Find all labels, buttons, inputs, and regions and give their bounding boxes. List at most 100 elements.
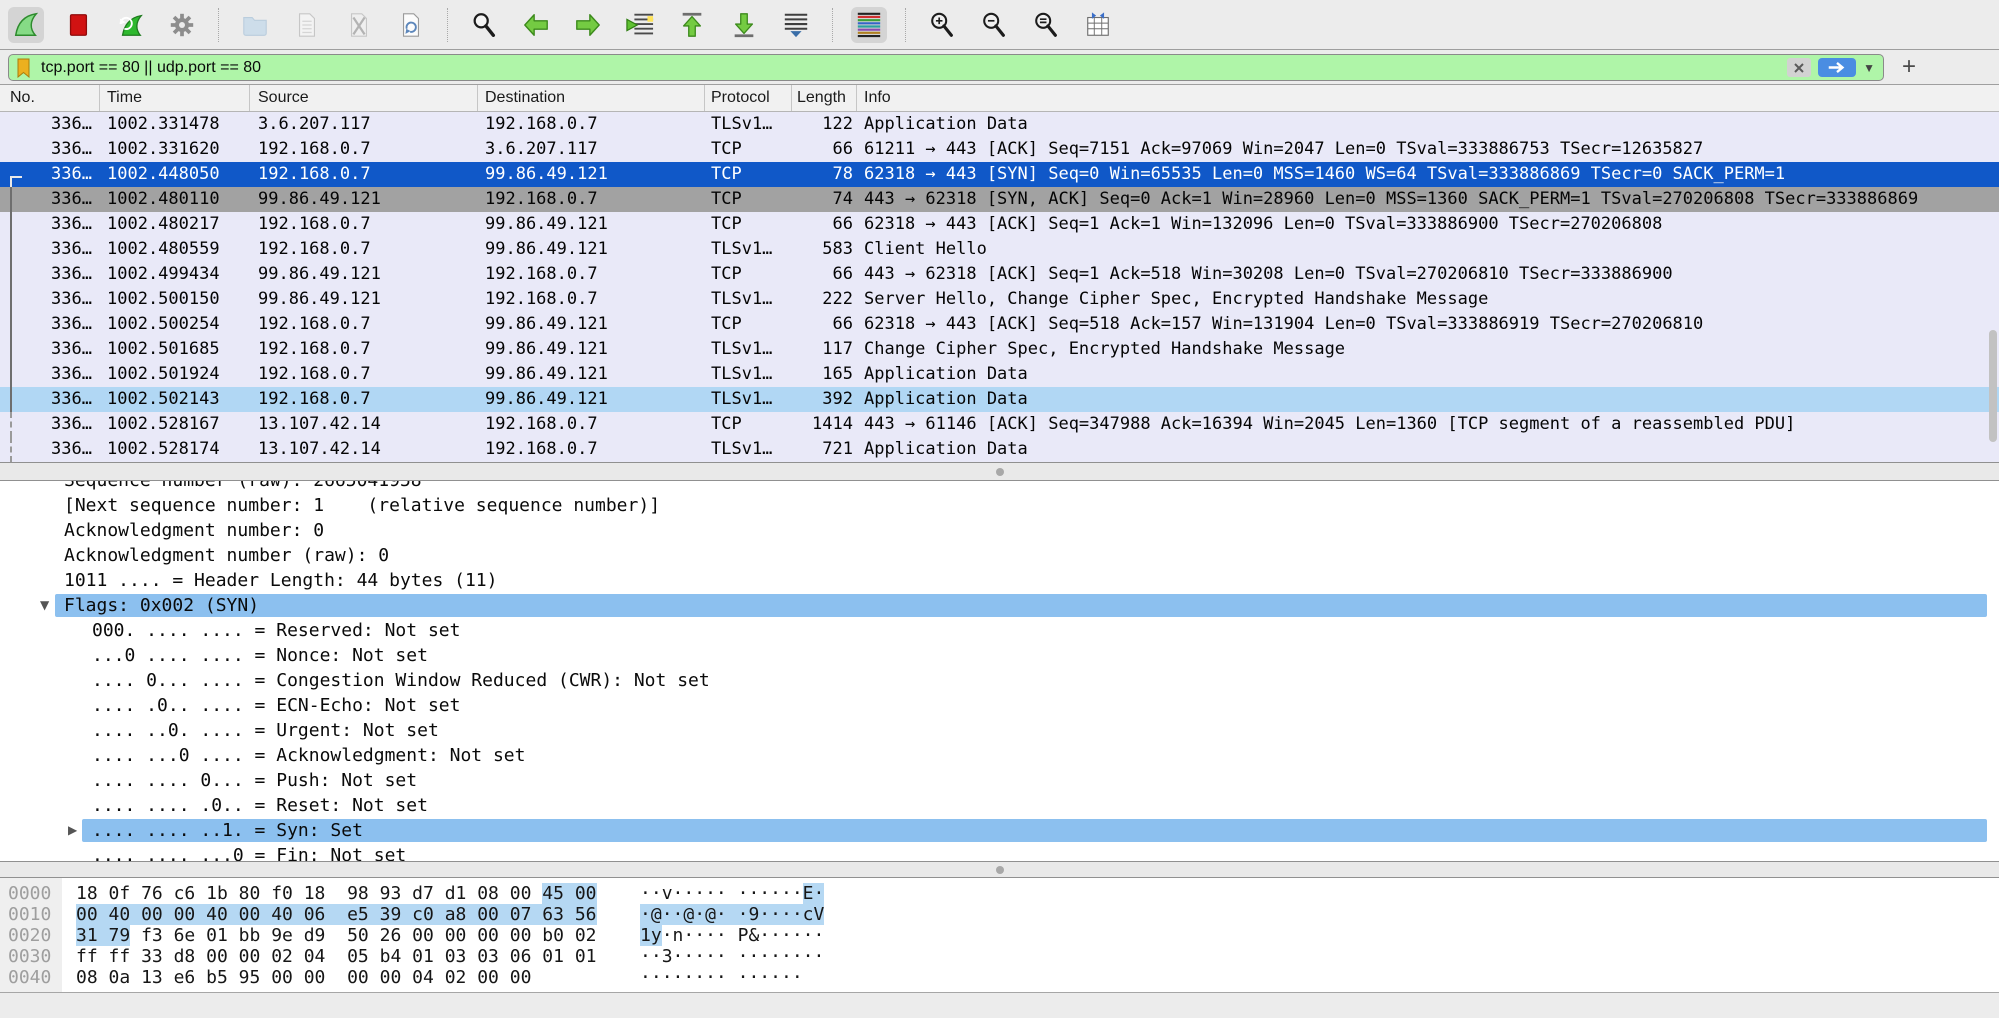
cell-len: 122	[792, 112, 857, 137]
go-to-last-packet-button[interactable]	[726, 7, 762, 43]
detail-line[interactable]: ▶.... .... ..1. = Syn: Set	[0, 818, 1999, 843]
detail-text: [Next sequence number: 1 (relative seque…	[0, 493, 1999, 518]
cell-src: 99.86.49.121	[250, 262, 478, 287]
display-filter-input[interactable]: tcp.port == 80 || udp.port == 80 ▼	[8, 54, 1884, 81]
packet-row[interactable]: 336…1002.48011099.86.49.121192.168.0.7TC…	[0, 187, 1999, 212]
cell-len: 66	[792, 137, 857, 162]
detail-text: Sequence number (raw): 2665041958	[0, 481, 1999, 493]
detail-line[interactable]: Acknowledgment number (raw): 0	[0, 543, 1999, 568]
detail-line[interactable]: .... .... ...0 = Fin: Not set	[0, 843, 1999, 861]
expand-toggle-icon[interactable]: ▶	[68, 818, 77, 843]
cell-time: 1002.500150	[100, 287, 250, 312]
detail-text: Acknowledgment number (raw): 0	[0, 543, 1999, 568]
column-header-info[interactable]: Info	[857, 85, 1999, 111]
filter-expression[interactable]: tcp.port == 80 || udp.port == 80	[41, 59, 1787, 77]
packet-details-pane: Sequence number (raw): 2665041958[Next s…	[0, 481, 1999, 861]
cell-dst: 99.86.49.121	[478, 362, 705, 387]
filter-bookmark-icon[interactable]	[16, 58, 31, 78]
reload-capture-file-button[interactable]	[393, 7, 429, 43]
stop-capture-button[interactable]	[60, 7, 96, 43]
cell-src: 3.6.207.117	[250, 112, 478, 137]
packet-row[interactable]: 336…1002.448050192.168.0.799.86.49.121TC…	[0, 162, 1999, 187]
packet-row[interactable]: 336…1002.52816713.107.42.14192.168.0.7TC…	[0, 412, 1999, 437]
packet-list-header: No.TimeSourceDestinationProtocolLengthIn…	[0, 84, 1999, 112]
column-header-src[interactable]: Source	[250, 85, 478, 111]
detail-line[interactable]: .... .... .0.. = Reset: Not set	[0, 793, 1999, 818]
detail-line[interactable]: [Next sequence number: 1 (relative seque…	[0, 493, 1999, 518]
column-header-no[interactable]: No.	[0, 85, 100, 111]
zoom-reset-button[interactable]	[1028, 7, 1064, 43]
go-to-packet-button[interactable]	[622, 7, 658, 43]
detail-line[interactable]: .... ..0. .... = Urgent: Not set	[0, 718, 1999, 743]
cell-info: Application Data	[857, 362, 1999, 387]
detail-line[interactable]: 000. .... .... = Reserved: Not set	[0, 618, 1999, 643]
filter-clear-button[interactable]	[1787, 58, 1811, 77]
close-capture-file-button[interactable]	[341, 7, 377, 43]
folder-icon	[241, 11, 269, 39]
restart-capture-button[interactable]	[112, 7, 148, 43]
colorize-toggle-button[interactable]	[851, 7, 887, 43]
packet-row[interactable]: 336…1002.501685192.168.0.799.86.49.121TL…	[0, 337, 1999, 362]
packet-row[interactable]: 336…1002.500254192.168.0.799.86.49.121TC…	[0, 312, 1999, 337]
detail-line[interactable]: .... .... 0... = Push: Not set	[0, 768, 1999, 793]
cell-dst: 192.168.0.7	[478, 112, 705, 137]
packet-row[interactable]: 336…1002.49943499.86.49.121192.168.0.7TC…	[0, 262, 1999, 287]
hex-row[interactable]: 001000 40 00 00 40 00 40 06 e5 39 c0 a8 …	[0, 904, 1999, 925]
packet-list-rows: 336…1002.3314783.6.207.117192.168.0.7TLS…	[0, 112, 1999, 462]
column-header-proto[interactable]: Protocol	[705, 85, 792, 111]
detail-line[interactable]: Sequence number (raw): 2665041958	[0, 481, 1999, 493]
resize-columns-button[interactable]	[1080, 7, 1116, 43]
pane-splitter-top[interactable]	[0, 462, 1999, 481]
filter-apply-button[interactable]	[1818, 58, 1856, 77]
collapse-toggle-icon[interactable]: ▼	[40, 593, 49, 618]
filter-add-button[interactable]: +	[1896, 53, 1922, 80]
detail-line[interactable]: 1011 .... = Header Length: 44 bytes (11)	[0, 568, 1999, 593]
packet-row[interactable]: 336…1002.501924192.168.0.799.86.49.121TL…	[0, 362, 1999, 387]
auto-scroll-toggle-button[interactable]	[778, 7, 814, 43]
hex-row[interactable]: 0030ff ff 33 d8 00 00 02 04 05 b4 01 03 …	[0, 946, 1999, 967]
column-header-dst[interactable]: Destination	[478, 85, 705, 111]
detail-line[interactable]: ...0 .... .... = Nonce: Not set	[0, 643, 1999, 668]
hex-bytes: ff ff 33 d8 00 00 02 04 05 b4 01 03 03 0…	[76, 946, 597, 967]
packet-row[interactable]: 336…1002.3314783.6.207.117192.168.0.7TLS…	[0, 112, 1999, 137]
detail-line[interactable]: Acknowledgment number: 0	[0, 518, 1999, 543]
packet-row[interactable]: 336…1002.50015099.86.49.121192.168.0.7TL…	[0, 287, 1999, 312]
packet-list-scrollbar-thumb[interactable]	[1989, 330, 1997, 442]
goto-icon	[626, 11, 654, 39]
find-packet-button[interactable]	[466, 7, 502, 43]
zoom-in-button[interactable]	[924, 7, 960, 43]
packet-row[interactable]: 336…1002.331620192.168.0.73.6.207.117TCP…	[0, 137, 1999, 162]
detail-line[interactable]: .... .0.. .... = ECN-Echo: Not set	[0, 693, 1999, 718]
zoom-out-button[interactable]	[976, 7, 1012, 43]
hex-row[interactable]: 004008 0a 13 e6 b5 95 00 00 00 00 04 02 …	[0, 967, 1999, 988]
cell-info: 61211 → 443 [ACK] Seq=7151 Ack=97069 Win…	[857, 137, 1999, 162]
packet-row[interactable]: 336…1002.480217192.168.0.799.86.49.121TC…	[0, 212, 1999, 237]
cell-time: 1002.500254	[100, 312, 250, 337]
detail-line[interactable]: ▼Flags: 0x002 (SYN)	[0, 593, 1999, 618]
go-back-button[interactable]	[518, 7, 554, 43]
zoom-out-icon	[980, 11, 1008, 39]
hex-row[interactable]: 000018 0f 76 c6 1b 80 f0 18 98 93 d7 d1 …	[0, 883, 1999, 904]
go-to-first-packet-button[interactable]	[674, 7, 710, 43]
open-capture-file-button[interactable]	[237, 7, 273, 43]
cell-dst: 3.6.207.117	[478, 137, 705, 162]
start-capture-button[interactable]	[8, 7, 44, 43]
pane-splitter-bottom[interactable]	[0, 861, 1999, 878]
capture-options-button[interactable]	[164, 7, 200, 43]
go-forward-button[interactable]	[570, 7, 606, 43]
packet-row[interactable]: 336…1002.52817413.107.42.14192.168.0.7TL…	[0, 437, 1999, 462]
column-header-len[interactable]: Length	[792, 85, 857, 111]
zoom-in-icon	[928, 11, 956, 39]
cell-no: 336…	[0, 137, 100, 162]
column-header-time[interactable]: Time	[100, 85, 250, 111]
packet-row[interactable]: 336…1002.480559192.168.0.799.86.49.121TL…	[0, 237, 1999, 262]
resize-columns-icon	[1084, 11, 1112, 39]
hex-row[interactable]: 002031 79 f3 6e 01 bb 9e d9 50 26 00 00 …	[0, 925, 1999, 946]
conversation-marker-icon	[10, 187, 22, 212]
packet-row[interactable]: 336…1002.502143192.168.0.799.86.49.121TL…	[0, 387, 1999, 412]
cell-src: 192.168.0.7	[250, 312, 478, 337]
detail-line[interactable]: .... ...0 .... = Acknowledgment: Not set	[0, 743, 1999, 768]
filter-dropdown-caret-icon[interactable]: ▼	[1863, 61, 1875, 75]
save-capture-file-button[interactable]	[289, 7, 325, 43]
detail-line[interactable]: .... 0... .... = Congestion Window Reduc…	[0, 668, 1999, 693]
